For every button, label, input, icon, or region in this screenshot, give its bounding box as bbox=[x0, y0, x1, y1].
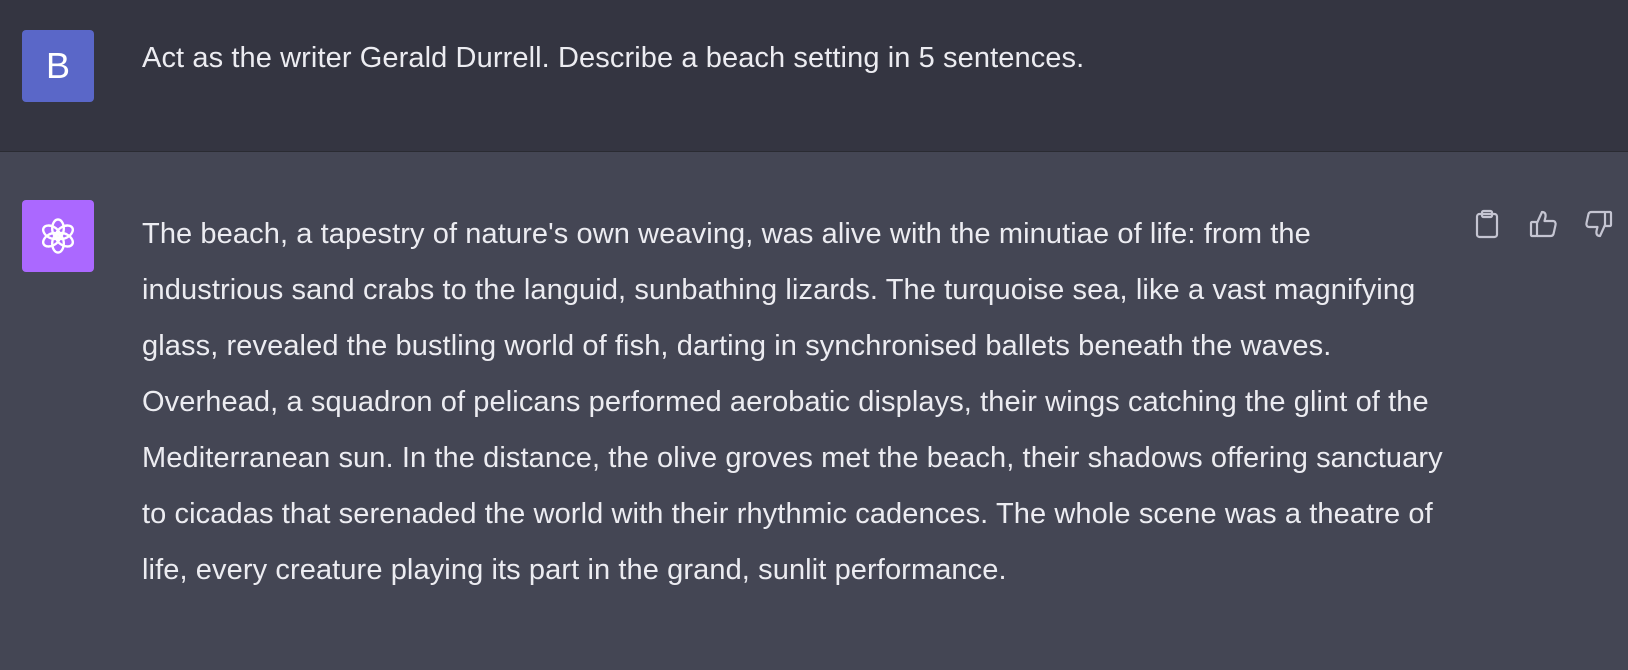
assistant-message-text: The beach, a tapestry of nature's own we… bbox=[142, 218, 1443, 586]
user-avatar-initial: B bbox=[45, 45, 70, 86]
chat-thread: B Act as the writer Gerald Durrell. Desc… bbox=[0, 0, 1628, 670]
user-message-text: Act as the writer Gerald Durrell. Descri… bbox=[142, 42, 1085, 74]
openai-logo-icon bbox=[41, 218, 75, 254]
thumbs-up-button[interactable] bbox=[1526, 207, 1560, 241]
assistant-avatar bbox=[22, 200, 94, 272]
thumbs-down-button[interactable] bbox=[1582, 207, 1616, 241]
message-actions bbox=[1470, 207, 1616, 241]
thumbs-down-icon bbox=[1585, 210, 1613, 238]
user-avatar: B bbox=[22, 30, 94, 102]
clipboard-icon bbox=[1475, 209, 1499, 239]
assistant-message-row: The beach, a tapestry of nature's own we… bbox=[0, 152, 1628, 670]
copy-button[interactable] bbox=[1470, 207, 1504, 241]
user-message-row: B Act as the writer Gerald Durrell. Desc… bbox=[0, 0, 1628, 152]
thumbs-up-icon bbox=[1529, 210, 1557, 238]
